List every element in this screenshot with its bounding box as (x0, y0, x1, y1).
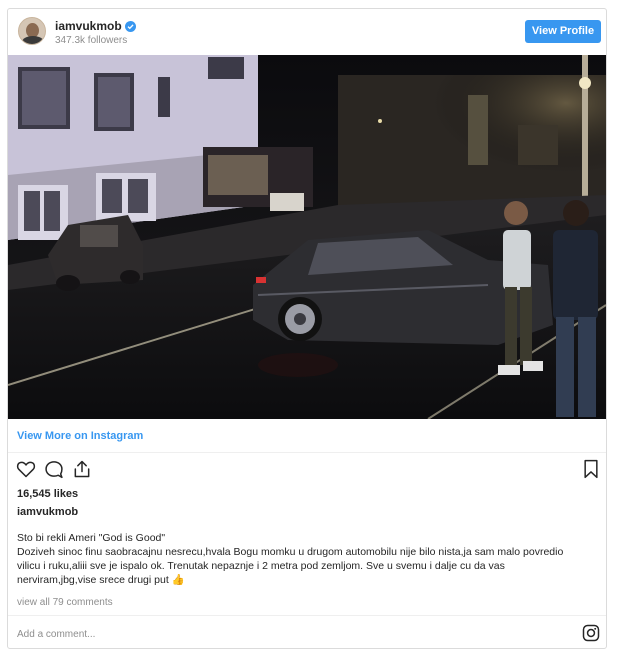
post-photo[interactable] (8, 55, 606, 419)
divider (8, 452, 606, 453)
likes-count[interactable]: 16,545 likes (17, 488, 78, 500)
instagram-logo-icon[interactable] (582, 624, 600, 642)
divider (8, 615, 606, 616)
avatar[interactable] (18, 17, 46, 45)
add-comment-input[interactable]: Add a comment... (17, 629, 95, 640)
followers-count: 347.3k followers (55, 35, 128, 46)
caption-line: Sto bi rekli Ameri "God is Good" (17, 532, 166, 544)
username-row[interactable]: iamvukmob (55, 19, 136, 33)
verified-badge-icon (124, 21, 136, 32)
post-caption: Sto bi rekli Ameri "God is Good" Doziveh… (17, 531, 587, 587)
bookmark-icon[interactable] (582, 459, 600, 479)
caption-line: Doziveh sinoc finu saobracajnu nesrecu,h… (17, 546, 564, 586)
view-more-link[interactable]: View More on Instagram (17, 430, 143, 442)
share-icon[interactable] (72, 459, 92, 479)
username[interactable]: iamvukmob (55, 19, 122, 33)
action-bar (8, 459, 606, 483)
comment-icon[interactable] (44, 459, 64, 479)
photo-scene (8, 55, 606, 419)
instagram-embed-card: iamvukmob 347.3k followers View Profile (7, 8, 607, 649)
caption-owner[interactable]: iamvukmob (17, 506, 78, 518)
view-all-comments-link[interactable]: view all 79 comments (17, 597, 113, 608)
post-header: iamvukmob 347.3k followers View Profile (8, 9, 606, 55)
view-profile-button[interactable]: View Profile (525, 20, 601, 43)
heart-icon[interactable] (16, 459, 36, 479)
